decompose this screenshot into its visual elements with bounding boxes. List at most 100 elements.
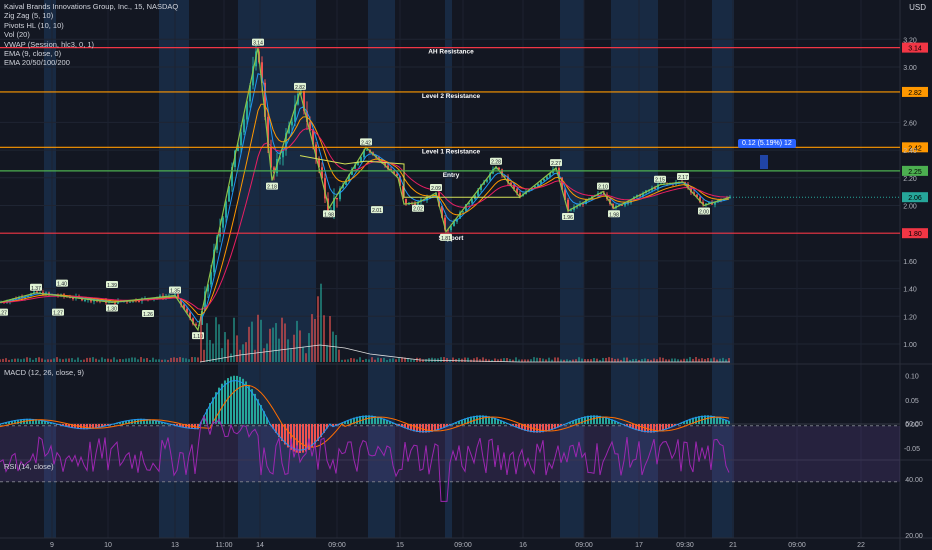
volume-bar <box>458 358 460 362</box>
time-tick: 09:00 <box>454 542 472 549</box>
volume-bar <box>185 358 187 362</box>
volume-bar <box>197 357 199 362</box>
volume-bar <box>20 359 22 362</box>
volume-bar <box>41 358 43 362</box>
volume-bar <box>221 348 223 362</box>
time-tick: 09:00 <box>575 542 593 549</box>
volume-bar <box>704 358 706 362</box>
indicator-ema-multi[interactable]: EMA 20/50/100/200 <box>4 58 178 67</box>
volume-bar <box>605 357 607 362</box>
pivot-label: 1.27 <box>53 311 63 317</box>
volume-bar <box>377 357 379 362</box>
volume-bar <box>194 357 196 362</box>
indicator-volume[interactable]: Vol (20) <box>4 30 178 39</box>
macd-tick: 0.05 <box>905 398 919 405</box>
volume-bar <box>653 358 655 362</box>
price-tick: 1.40 <box>903 287 917 294</box>
volume-bar <box>533 357 535 362</box>
volume-bar <box>362 359 364 362</box>
volume-bar <box>707 357 709 362</box>
price-tick: 1.00 <box>903 342 917 349</box>
pivot-label: 1.30 <box>107 306 117 312</box>
volume-bar <box>389 358 391 362</box>
volume-bar <box>317 296 319 362</box>
volume-bar <box>443 357 445 362</box>
volume-bar <box>299 330 301 362</box>
candle-body <box>243 119 245 133</box>
candle-body <box>336 197 338 200</box>
indicator-zigzag[interactable]: Zig Zag (5, 10) <box>4 11 178 20</box>
volume-bar <box>314 318 316 362</box>
macd-bar <box>236 375 238 424</box>
volume-bar <box>44 359 46 362</box>
volume-bar <box>515 357 517 362</box>
pivot-label: 2.02 <box>413 207 423 213</box>
indicator-pivots[interactable]: Pivots HL (10, 10) <box>4 21 178 30</box>
pivot-label: 1.81 <box>441 236 451 242</box>
volume-bar <box>698 358 700 362</box>
volume-bar <box>611 357 613 362</box>
volume-bar <box>590 359 592 362</box>
pivot-label: 2.10 <box>598 185 608 191</box>
volume-bar <box>536 357 538 362</box>
volume-bar <box>86 357 88 362</box>
volume-bar <box>203 349 205 362</box>
macd-bar <box>302 424 304 453</box>
volume-bar <box>305 353 307 362</box>
volume-bar <box>80 359 82 362</box>
volume-bar <box>5 358 7 362</box>
price-tick: 3.00 <box>903 65 917 72</box>
volume-bar <box>344 359 346 362</box>
currency-label: USD <box>909 3 926 12</box>
price-tick: 2.60 <box>903 120 917 127</box>
volume-bar <box>368 359 370 362</box>
volume-bar <box>95 358 97 362</box>
volume-bar <box>728 358 730 362</box>
indicator-ema9[interactable]: EMA (9, close, 0) <box>4 49 178 58</box>
volume-bar <box>701 358 703 362</box>
volume-bar <box>626 357 628 362</box>
volume-bar <box>440 357 442 362</box>
volume-bar <box>104 358 106 362</box>
volume-bar <box>548 357 550 362</box>
macd-pane-label[interactable]: MACD (12, 26, close, 9) <box>4 368 84 377</box>
indicator-vwap[interactable]: VWAP (Session, hlc3, 0, 1) <box>4 40 178 49</box>
volume-bar <box>602 357 604 362</box>
volume-bar <box>215 317 217 362</box>
rsi-pane-label[interactable]: RSI (14, close) <box>4 462 54 471</box>
volume-bar <box>530 359 532 362</box>
volume-bar <box>608 357 610 362</box>
volume-bar <box>635 358 637 362</box>
volume-bar <box>155 359 157 362</box>
volume-bar <box>53 358 55 362</box>
pivot-label: 1.37 <box>31 286 41 292</box>
volume-bar <box>164 359 166 362</box>
volume-bar <box>50 359 52 362</box>
macd-bar <box>239 376 241 424</box>
volume-bar <box>392 358 394 362</box>
volume-bar <box>410 359 412 362</box>
volume-bar <box>134 357 136 362</box>
volume-bar <box>260 319 262 362</box>
volume-bar <box>659 357 661 362</box>
volume-bar <box>158 359 160 362</box>
volume-bar <box>179 357 181 362</box>
chart-canvas[interactable]: AH Resistance 3.14 Level 2 Resistance 2.82 L… <box>0 0 932 550</box>
macd-tick: 0.10 <box>905 374 919 381</box>
volume-bar <box>386 359 388 362</box>
time-tick: 09:30 <box>676 542 694 549</box>
volume-bar <box>395 359 397 362</box>
volume-bar <box>713 357 715 362</box>
time-tick: 09:00 <box>328 542 346 549</box>
volume-bar <box>170 357 172 362</box>
volume-bar <box>11 359 13 362</box>
volume-bar <box>176 357 178 362</box>
volume-bar <box>98 359 100 362</box>
volume-bar <box>83 359 85 362</box>
volume-bar <box>218 324 220 362</box>
time-tick: 9 <box>50 542 54 549</box>
price-tick: 2.40 <box>903 148 917 155</box>
macd-bar <box>233 375 235 424</box>
rsi-tick: 40.00 <box>905 477 923 484</box>
volume-bar <box>374 359 376 362</box>
